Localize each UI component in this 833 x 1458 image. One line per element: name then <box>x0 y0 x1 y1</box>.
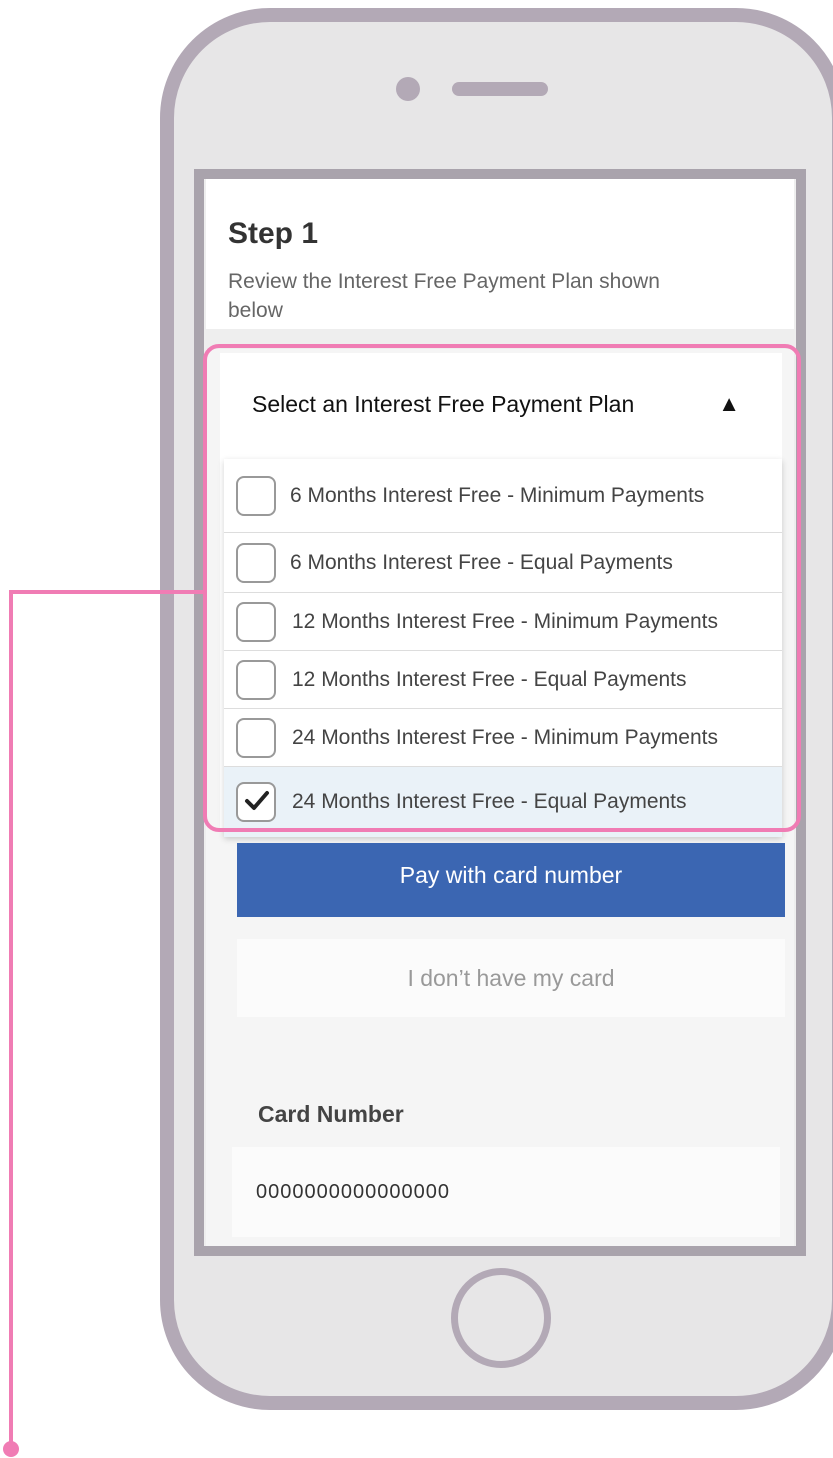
card-number-field[interactable] <box>232 1147 780 1237</box>
plan-option-label: 6 Months Interest Free - Minimum Payment… <box>290 483 705 507</box>
step-card: Step 1 Review the Interest Free Payment … <box>206 179 794 329</box>
check-icon <box>245 791 269 810</box>
plan-option[interactable]: 24 Months Interest Free - Minimum Paymen… <box>224 709 782 767</box>
plan-option-label: 24 Months Interest Free - Equal Payments <box>292 790 687 813</box>
plan-option[interactable]: 12 Months Interest Free - Equal Payments <box>224 651 782 709</box>
checkbox-checked[interactable] <box>236 782 276 822</box>
checkbox[interactable] <box>236 717 276 758</box>
plan-option-label: 12 Months Interest Free - Equal Payments <box>292 667 687 691</box>
screen-content: Step 1 Review the Interest Free Payment … <box>206 179 794 1246</box>
step-title: Step 1 <box>228 217 319 250</box>
phone-screen: Step 1 Review the Interest Free Payment … <box>194 169 806 1256</box>
plan-option[interactable]: 12 Months Interest Free - Minimum Paymen… <box>224 593 782 651</box>
plan-option[interactable]: 6 Months Interest Free - Equal Payments <box>224 533 782 593</box>
payment-plan-options: 6 Months Interest Free - Minimum Payment… <box>224 459 782 837</box>
card-number-label: Card Number <box>258 1101 404 1127</box>
checkbox[interactable] <box>236 601 276 642</box>
leader-line <box>9 590 205 594</box>
checkbox[interactable] <box>236 475 276 516</box>
dropdown-title: Select an Interest Free Payment Plan <box>252 391 635 417</box>
home-button[interactable] <box>451 1268 551 1368</box>
plan-option[interactable]: 6 Months Interest Free - Minimum Payment… <box>224 459 782 533</box>
camera-icon <box>396 77 420 101</box>
no-card-button[interactable]: I don’t have my card <box>237 939 785 1017</box>
leader-dot <box>3 1441 19 1457</box>
triangle-up-icon[interactable]: ▲ <box>718 391 740 417</box>
checkbox[interactable] <box>236 542 276 583</box>
step-description: Review the Interest Free Payment Plan sh… <box>228 270 660 322</box>
canvas: Step 1 Review the Interest Free Payment … <box>0 0 833 1458</box>
speaker-icon <box>452 82 548 96</box>
plan-option-label: 6 Months Interest Free - Equal Payments <box>290 550 673 574</box>
plan-option-label: 24 Months Interest Free - Minimum Paymen… <box>292 725 718 749</box>
plan-option-label: 12 Months Interest Free - Minimum Paymen… <box>292 609 718 633</box>
plan-option-selected[interactable]: 24 Months Interest Free - Equal Payments <box>224 767 782 837</box>
leader-line <box>9 590 13 1448</box>
dropdown-header[interactable]: Select an Interest Free Payment Plan ▲ <box>220 353 782 459</box>
section-divider <box>206 329 794 349</box>
pay-with-card-button[interactable]: Pay with card number <box>237 843 785 917</box>
checkbox[interactable] <box>236 659 276 700</box>
